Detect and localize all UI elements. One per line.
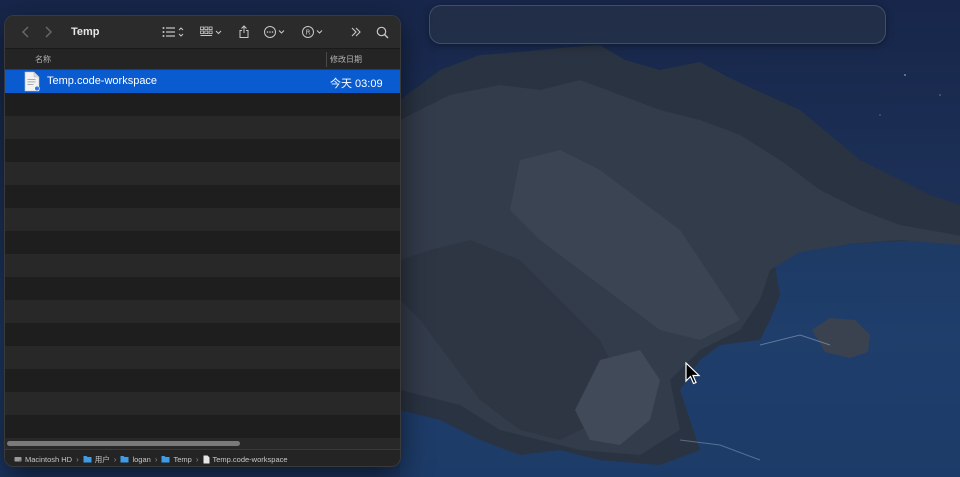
grid-icon [200,26,222,36]
mouse-cursor-icon [685,362,701,385]
back-button[interactable] [15,21,37,43]
window-title: Temp [71,26,100,38]
toolbar: Temp R [5,16,400,48]
empty-row [5,116,400,139]
floating-panel [429,5,886,44]
path-separator: › [154,454,158,464]
tag-button[interactable]: R [297,21,331,43]
tag-icon: R [302,26,323,38]
file-date: 今天 03:09 [330,78,383,90]
column-name-header[interactable]: 名称 [35,54,51,65]
empty-row [5,415,400,438]
path-item-label: Temp.code-workspace [212,454,288,464]
forward-button[interactable] [37,21,59,43]
group-button[interactable] [195,21,229,43]
empty-row [5,369,400,392]
document-icon [203,455,209,463]
path-item-logan[interactable]: logan [120,454,151,464]
list-view-icon [162,27,184,37]
path-item-users[interactable]: 用户 [83,454,110,465]
more-actions-button[interactable] [259,21,293,43]
path-separator: › [113,454,117,464]
column-divider[interactable] [326,52,327,67]
empty-row [5,162,400,185]
document-icon [24,71,40,92]
share-icon [239,25,249,38]
file-row[interactable]: Temp.code-workspace 今天 03:09 [5,70,400,93]
path-item-drive[interactable]: Macintosh HD [14,455,72,464]
path-item-file[interactable]: Temp.code-workspace [203,455,288,464]
search-icon [376,26,389,38]
folder-icon [161,456,170,463]
finder-window: Temp R 名称 修改日期 Temp.code-workspace 今天 03… [4,15,401,467]
toolbar-overflow-button[interactable] [345,21,367,43]
empty-row [5,231,400,254]
folder-icon [120,456,129,463]
path-separator: › [76,454,79,464]
empty-row [5,346,400,369]
folder-icon [83,456,92,463]
column-date-header[interactable]: 修改日期 [330,54,362,65]
column-header: 名称 修改日期 [5,48,400,70]
file-name: Temp.code-workspace [47,75,158,87]
empty-row [5,277,400,300]
chevron-left-icon [22,26,29,38]
share-button[interactable] [233,21,255,43]
drive-icon [14,457,22,462]
path-bar: Macintosh HD › 用户 › logan › Temp › Temp.… [5,449,400,466]
path-item-label: logan [132,454,151,464]
empty-row [5,392,400,415]
path-item-temp[interactable]: Temp [161,454,192,464]
empty-row [5,323,400,346]
ellipsis-circle-icon [264,26,285,38]
empty-row [5,300,400,323]
horizontal-scrollbar[interactable] [7,441,240,446]
file-list: Temp.code-workspace 今天 03:09 [5,70,400,461]
path-item-label: 用户 [94,454,110,464]
path-separator: › [195,454,199,464]
empty-row [5,139,400,162]
empty-row [5,93,400,116]
empty-row [5,254,400,277]
empty-row [5,185,400,208]
svg-text:R: R [306,29,311,37]
double-chevron-icon [351,27,361,37]
chevron-right-icon [45,26,52,38]
empty-row [5,208,400,231]
search-button[interactable] [371,21,394,43]
view-options-button[interactable] [157,21,191,43]
path-item-label: Macintosh HD [25,454,73,464]
path-item-label: Temp [173,454,192,464]
